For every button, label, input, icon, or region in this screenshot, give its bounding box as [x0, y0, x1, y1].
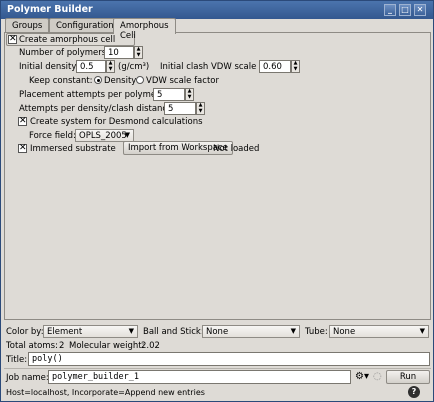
tube-label: Tube: — [305, 327, 328, 337]
title-label: Title: — [6, 355, 28, 365]
help-button[interactable]: ? — [408, 386, 420, 398]
polymer-builder-window: Polymer Builder _ □ ✕ Groups Configurati… — [0, 0, 434, 402]
force-field-label: Force field: — [29, 131, 76, 141]
tube-select[interactable]: None ▼ — [329, 325, 429, 338]
tab-amorphous-cell[interactable]: Amorphous Cell — [113, 18, 176, 41]
ball-stick-value: None — [206, 327, 229, 337]
immersed-substrate-label: Immersed substrate — [30, 144, 116, 154]
create-amorphous-cell-label: Create amorphous cell — [19, 35, 116, 45]
amorphous-cell-panel: ✕ Create amorphous cell Number of polyme… — [4, 32, 431, 320]
title-input[interactable]: poly() — [28, 352, 430, 366]
force-field-value: OPLS_2005 — [79, 131, 127, 141]
placement-attempts-input[interactable]: 5 — [153, 88, 185, 101]
initial-density-spinner[interactable]: ▲ ▼ — [106, 60, 115, 73]
color-by-value: Element — [47, 327, 83, 337]
total-atoms-label: Total atoms: — [6, 341, 58, 351]
window-title: Polymer Builder — [7, 4, 93, 15]
density-unit-label: (g/cm³) — [118, 62, 150, 72]
attempts-per-density-label: Attempts per density/clash distance — [19, 104, 173, 114]
vdw-scale-radio[interactable] — [136, 76, 144, 84]
ball-stick-label: Ball and Stick: — [143, 327, 204, 337]
chevron-down-icon: ▼ — [124, 131, 130, 139]
total-atoms-value: 2 — [59, 341, 65, 351]
tab-groups[interactable]: Groups — [5, 18, 50, 33]
density-radio[interactable] — [94, 76, 102, 84]
close-button[interactable]: ✕ — [414, 4, 426, 16]
color-by-select[interactable]: Element ▼ — [43, 325, 138, 338]
clash-scale-input[interactable]: 0.60 — [259, 60, 291, 73]
placement-attempts-spinner[interactable]: ▲ ▼ — [185, 88, 194, 101]
tab-configuration[interactable]: Configuration — [49, 18, 121, 33]
status-text: Host=localhost, Incorporate=Append new e… — [6, 388, 205, 397]
maximize-button[interactable]: □ — [399, 4, 411, 16]
substrate-status-label: Not loaded — [213, 144, 260, 154]
title-bar: Polymer Builder _ □ ✕ — [1, 1, 433, 19]
spinner-icon: ◌ — [373, 371, 382, 382]
attempts-per-density-spinner[interactable]: ▲ ▼ — [196, 102, 205, 115]
keep-constant-label: Keep constant: — [29, 76, 93, 86]
initial-density-input[interactable]: 0.5 — [76, 60, 106, 73]
gear-icon[interactable]: ⚙▾ — [355, 371, 369, 382]
num-polymers-input[interactable]: 10 — [104, 46, 134, 59]
ball-stick-select[interactable]: None ▼ — [202, 325, 300, 338]
chevron-down-icon: ▼ — [290, 327, 296, 335]
create-amorphous-cell-checkbox[interactable]: ✕ — [8, 35, 17, 44]
placement-attempts-label: Placement attempts per polymer — [19, 90, 160, 100]
desmond-checkbox[interactable]: ✕ — [18, 117, 27, 126]
attempts-per-density-input[interactable]: 5 — [164, 102, 196, 115]
tube-value: None — [333, 327, 356, 337]
minimize-button[interactable]: _ — [384, 4, 396, 16]
density-radio-label: Density — [104, 76, 137, 86]
vdw-scale-radio-label: VDW scale factor — [146, 76, 219, 86]
clash-scale-spinner[interactable]: ▲ ▼ — [291, 60, 300, 73]
chevron-down-icon: ▼ — [419, 327, 425, 335]
desmond-label: Create system for Desmond calculations — [30, 117, 203, 127]
chevron-down-icon: ▼ — [128, 327, 134, 335]
immersed-substrate-checkbox[interactable]: ✕ — [18, 144, 27, 153]
initial-density-label: Initial density — [19, 62, 77, 72]
job-name-label: Job name: — [6, 373, 49, 383]
divider — [4, 368, 431, 369]
num-polymers-label: Number of polymers — [19, 48, 107, 58]
run-button[interactable]: Run — [386, 370, 430, 384]
color-by-label: Color by: — [6, 327, 44, 337]
job-name-input[interactable]: polymer_builder_1 — [48, 370, 351, 384]
molecular-weight-value: 2.02 — [141, 341, 160, 351]
num-polymers-spinner[interactable]: ▲ ▼ — [134, 46, 143, 59]
molecular-weight-label: Molecular weight: — [69, 341, 145, 351]
